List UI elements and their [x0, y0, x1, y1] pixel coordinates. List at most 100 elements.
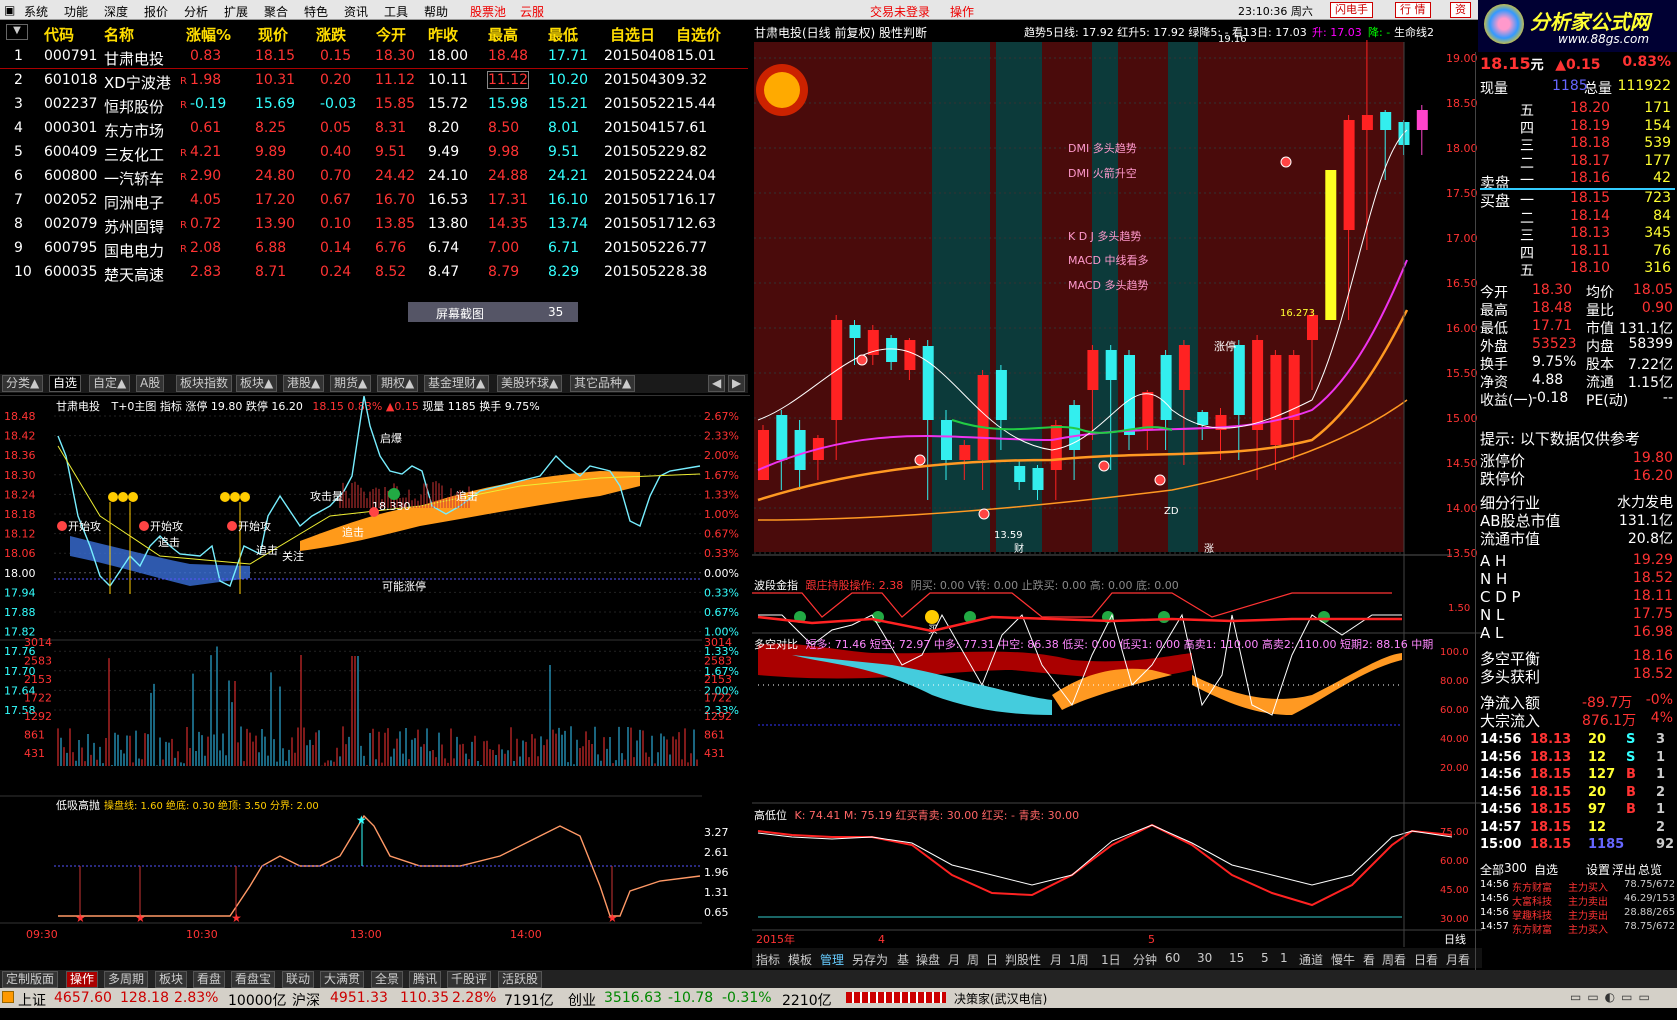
table-row[interactable]: 6 600800 一汽轿车 R 2.90 24.80 0.70 24.42 24.10 24.88…: [0, 164, 748, 189]
news-cell[interactable]: 主力卖出: [1568, 907, 1608, 922]
market-tab[interactable]: 基金理财▲: [424, 375, 489, 392]
asset-button[interactable]: 资: [1450, 2, 1471, 18]
news-cell[interactable]: 46.29/153: [1624, 893, 1675, 904]
table-row[interactable]: 1 000791 甘肃电投 0.83 18.15 0.15 18.30 18.00 18.48 1…: [0, 44, 748, 69]
column-header[interactable]: 涨跌: [316, 24, 346, 45]
toolbar-item[interactable]: 通道: [1299, 951, 1323, 968]
sh-label[interactable]: 上证: [18, 990, 46, 1010]
table-row[interactable]: 8 002079 苏州固锝 R 0.72 13.90 0.10 13.85 13.80 14.35…: [0, 212, 748, 237]
bid-row[interactable]: 五 18.10 316: [1480, 260, 1675, 278]
market-tab[interactable]: 期权▲: [377, 375, 418, 392]
layout-tab[interactable]: 定制版面: [2, 971, 58, 988]
toolbar-item[interactable]: 日看: [1414, 951, 1438, 968]
bid-row[interactable]: 三 18.13 345: [1480, 225, 1675, 243]
market-tab[interactable]: 自选: [49, 375, 81, 392]
toolbar-item[interactable]: 模板: [788, 951, 812, 968]
menu-cloud[interactable]: 云服: [520, 3, 544, 20]
toolbar-item[interactable]: 5: [1261, 951, 1269, 965]
tick-tab[interactable]: 浮出: [1612, 861, 1636, 878]
column-header[interactable]: 最高: [488, 24, 518, 45]
news-cell[interactable]: 14:57: [1480, 921, 1509, 932]
market-tab[interactable]: 期货▲: [330, 375, 371, 392]
news-cell[interactable]: 主力卖出: [1568, 893, 1608, 908]
column-header[interactable]: 涨幅%: [186, 24, 231, 45]
tray-icons[interactable]: ▭▭◐▭▭: [1570, 990, 1656, 1004]
chevron-left-icon[interactable]: ◀: [708, 375, 725, 392]
tick-tab[interactable]: 全部: [1480, 861, 1504, 878]
menu-system[interactable]: 系统: [24, 3, 48, 20]
toolbar-item[interactable]: 分钟: [1133, 951, 1157, 968]
quote-button[interactable]: 行 情: [1395, 2, 1431, 18]
news-cell[interactable]: 78.75/672: [1624, 921, 1675, 932]
column-header[interactable]: 昨收: [428, 24, 458, 45]
trade-operate[interactable]: 操作: [950, 3, 974, 20]
column-header[interactable]: 自选日: [610, 24, 655, 45]
menu-tools[interactable]: 工具: [384, 3, 408, 20]
tick-tab[interactable]: 总览: [1638, 861, 1662, 878]
table-row[interactable]: 3 002237 恒邦股份 R -0.19 15.69 -0.03 15.85 15.72 15.…: [0, 92, 748, 117]
table-row[interactable]: 10 600035 楚天高速 2.83 8.71 0.24 8.52 8.47 8.79 8.29…: [0, 260, 748, 285]
news-cell[interactable]: 大富科技: [1512, 893, 1552, 908]
toolbar-item[interactable]: 60: [1165, 951, 1180, 965]
toolbar-item[interactable]: 1周: [1069, 951, 1089, 968]
toolbar-item[interactable]: 判股性: [1005, 951, 1041, 968]
toolbar-item[interactable]: 指标: [756, 951, 780, 968]
menu-extend[interactable]: 扩展: [224, 3, 248, 20]
toolbar-item[interactable]: 月: [948, 951, 960, 968]
market-tab[interactable]: 港股▲: [283, 375, 324, 392]
kline-chart[interactable]: 19.00 18.50 18.00 17.50 17.00 16.50 16.00 15.50…: [752, 20, 1482, 575]
tick-tab[interactable]: 设置: [1586, 861, 1610, 878]
market-tab[interactable]: 分类▲: [2, 375, 43, 392]
menu-quote[interactable]: 报价: [144, 3, 168, 20]
market-tab[interactable]: 板块▲: [236, 375, 277, 392]
layout-tab[interactable]: 活跃股: [498, 971, 542, 988]
market-tab[interactable]: A股: [136, 375, 164, 392]
toolbar-item[interactable]: 看: [1363, 951, 1375, 968]
chevron-down-icon[interactable]: ▼: [6, 24, 28, 40]
layout-tab[interactable]: 看盘: [193, 971, 225, 988]
layout-tab[interactable]: 操作: [66, 971, 98, 988]
news-cell[interactable]: 东方财富: [1512, 879, 1552, 894]
toolbar-item[interactable]: 1: [1280, 951, 1288, 965]
menu-feature[interactable]: 特色: [304, 3, 328, 20]
market-tab[interactable]: 自定▲: [89, 375, 130, 392]
layout-tab[interactable]: 多周期: [104, 971, 148, 988]
toolbar-item[interactable]: 月: [1050, 951, 1062, 968]
news-cell[interactable]: 掌趣科技: [1512, 907, 1552, 922]
table-row[interactable]: 2 601018 XD宁波港 R 1.98 10.31 0.20 11.12 10.11 11.1…: [0, 68, 748, 93]
column-header[interactable]: 代码: [44, 24, 74, 45]
news-cell[interactable]: 28.88/265: [1624, 907, 1675, 918]
toolbar-item[interactable]: 月看: [1446, 951, 1470, 968]
indicator-chart[interactable]: 1.50买100.080.0060.0040.0020.0075.0060.00…: [752, 575, 1482, 947]
column-header[interactable]: 自选价: [676, 24, 721, 45]
column-header[interactable]: 现价: [258, 24, 288, 45]
ask-row[interactable]: 五 18.20 171: [1480, 100, 1675, 118]
bid-row[interactable]: 四 18.11 76: [1480, 243, 1675, 261]
toolbar-item[interactable]: 基: [897, 951, 909, 968]
menu-stockpool[interactable]: 股票池: [470, 3, 506, 20]
table-row[interactable]: 4 000301 东方市场 0.61 8.25 0.05 8.31 8.20 8.50 8.01 2…: [0, 116, 748, 141]
layout-tab[interactable]: 全景: [371, 971, 403, 988]
table-row[interactable]: 7 002052 同洲电子 4.05 17.20 0.67 16.70 16.53 17.31 1…: [0, 188, 748, 213]
layout-tab[interactable]: 看盘宝: [231, 971, 275, 988]
news-cell[interactable]: 78.75/672: [1624, 879, 1675, 890]
market-tab[interactable]: 其它品种▲: [570, 375, 635, 392]
news-cell[interactable]: 14:56: [1480, 907, 1509, 918]
toolbar-item[interactable]: 周看: [1382, 951, 1406, 968]
menu-help[interactable]: 帮助: [424, 3, 448, 20]
column-header[interactable]: 最低: [548, 24, 578, 45]
ask-row[interactable]: 三 18.18 539: [1480, 135, 1675, 153]
ask-row[interactable]: 四 18.19 154: [1480, 118, 1675, 136]
trade-login[interactable]: 交易未登录: [870, 3, 930, 20]
market-tab[interactable]: 美股环球▲: [497, 375, 562, 392]
table-row[interactable]: 5 600409 三友化工 R 4.21 9.89 0.40 9.51 9.49 9.98 9.51…: [0, 140, 748, 165]
news-cell[interactable]: 主力买入: [1568, 879, 1608, 894]
layout-tab[interactable]: 大满贯: [320, 971, 364, 988]
tick-tab[interactable]: 300: [1504, 861, 1527, 875]
toolbar-item[interactable]: 另存为: [852, 951, 888, 968]
toolbar-item[interactable]: 管理: [820, 951, 844, 968]
toolbar-item[interactable]: 周: [967, 951, 979, 968]
layout-tab[interactable]: 联动: [282, 971, 314, 988]
news-cell[interactable]: 14:56: [1480, 879, 1509, 890]
menu-analysis[interactable]: 分析: [184, 3, 208, 20]
